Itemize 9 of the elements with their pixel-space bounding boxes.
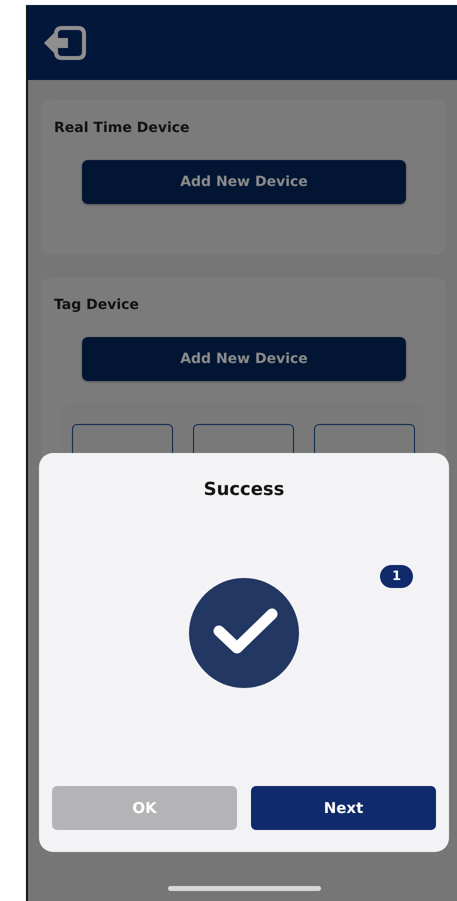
count-badge: 1 (380, 565, 413, 588)
check-circle-icon (189, 578, 299, 688)
section-title: Real Time Device (54, 120, 190, 136)
next-button[interactable]: Next (251, 786, 436, 830)
dialog-title: Success (204, 479, 284, 500)
add-device-button[interactable]: Add New Device (82, 337, 406, 381)
add-device-button[interactable]: Add New Device (82, 160, 406, 204)
section-title: Tag Device (54, 297, 139, 313)
exit-icon[interactable] (42, 24, 88, 60)
